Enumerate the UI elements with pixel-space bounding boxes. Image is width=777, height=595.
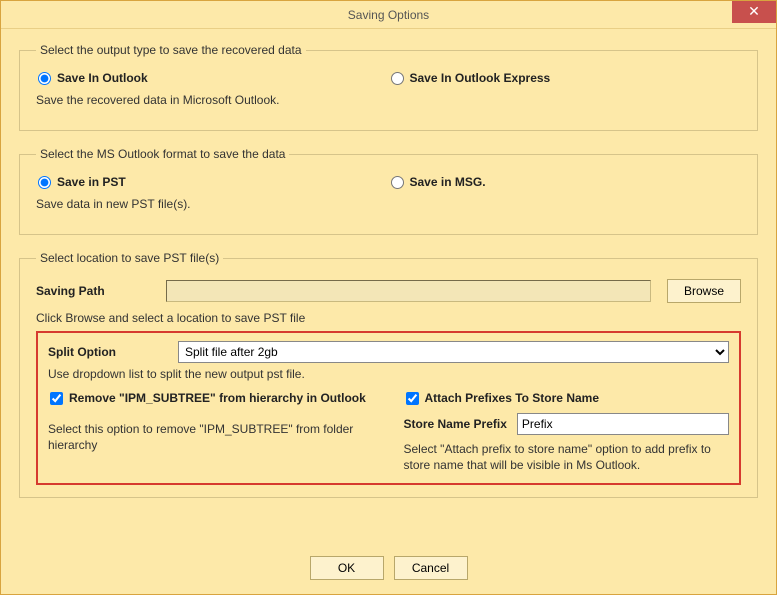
highlight-box: Split Option Split file after 2gb Use dr…	[36, 331, 741, 485]
save-in-pst-label: Save in PST	[57, 175, 126, 189]
prefix-desc: Select "Attach prefix to store name" opt…	[404, 441, 730, 473]
save-in-msg-radio[interactable]	[391, 176, 404, 189]
location-group: Select location to save PST file(s) Savi…	[19, 251, 758, 498]
attach-prefix-checkbox[interactable]	[406, 392, 419, 405]
saving-path-label: Saving Path	[36, 284, 166, 298]
output-type-legend: Select the output type to save the recov…	[36, 43, 306, 57]
cancel-button[interactable]: Cancel	[394, 556, 468, 580]
remove-ipm-label: Remove "IPM_SUBTREE" from hierarchy in O…	[69, 391, 366, 405]
dialog-content: Select the output type to save the recov…	[1, 29, 776, 524]
store-name-prefix-input[interactable]	[517, 413, 729, 435]
location-legend: Select location to save PST file(s)	[36, 251, 223, 265]
format-legend: Select the MS Outlook format to save the…	[36, 147, 289, 161]
save-in-outlook-express-radio[interactable]	[391, 72, 404, 85]
split-option-label: Split Option	[48, 345, 178, 359]
close-button[interactable]: ✕	[732, 1, 776, 23]
format-group: Select the MS Outlook format to save the…	[19, 147, 758, 235]
browse-button[interactable]: Browse	[667, 279, 741, 303]
ok-button[interactable]: OK	[310, 556, 384, 580]
store-name-prefix-label: Store Name Prefix	[404, 417, 507, 431]
window-title: Saving Options	[1, 1, 776, 29]
save-in-pst-radio[interactable]	[38, 176, 51, 189]
save-in-outlook-radio[interactable]	[38, 72, 51, 85]
output-type-desc: Save the recovered data in Microsoft Out…	[36, 93, 389, 107]
saving-path-input[interactable]	[166, 280, 651, 302]
attach-prefix-label: Attach Prefixes To Store Name	[425, 391, 600, 405]
output-type-group: Select the output type to save the recov…	[19, 43, 758, 131]
split-option-select[interactable]: Split file after 2gb	[178, 341, 729, 363]
remove-ipm-desc: Select this option to remove "IPM_SUBTRE…	[48, 421, 374, 453]
remove-ipm-checkbox[interactable]	[50, 392, 63, 405]
format-desc: Save data in new PST file(s).	[36, 197, 389, 211]
dialog-button-bar: OK Cancel	[1, 556, 776, 580]
save-in-outlook-express-label: Save In Outlook Express	[410, 71, 551, 85]
saving-options-dialog: Saving Options ✕ Select the output type …	[0, 0, 777, 595]
split-hint: Use dropdown list to split the new outpu…	[48, 367, 729, 381]
titlebar: Saving Options ✕	[1, 1, 776, 29]
save-in-msg-label: Save in MSG.	[410, 175, 486, 189]
browse-hint: Click Browse and select a location to sa…	[36, 311, 741, 325]
save-in-outlook-label: Save In Outlook	[57, 71, 148, 85]
